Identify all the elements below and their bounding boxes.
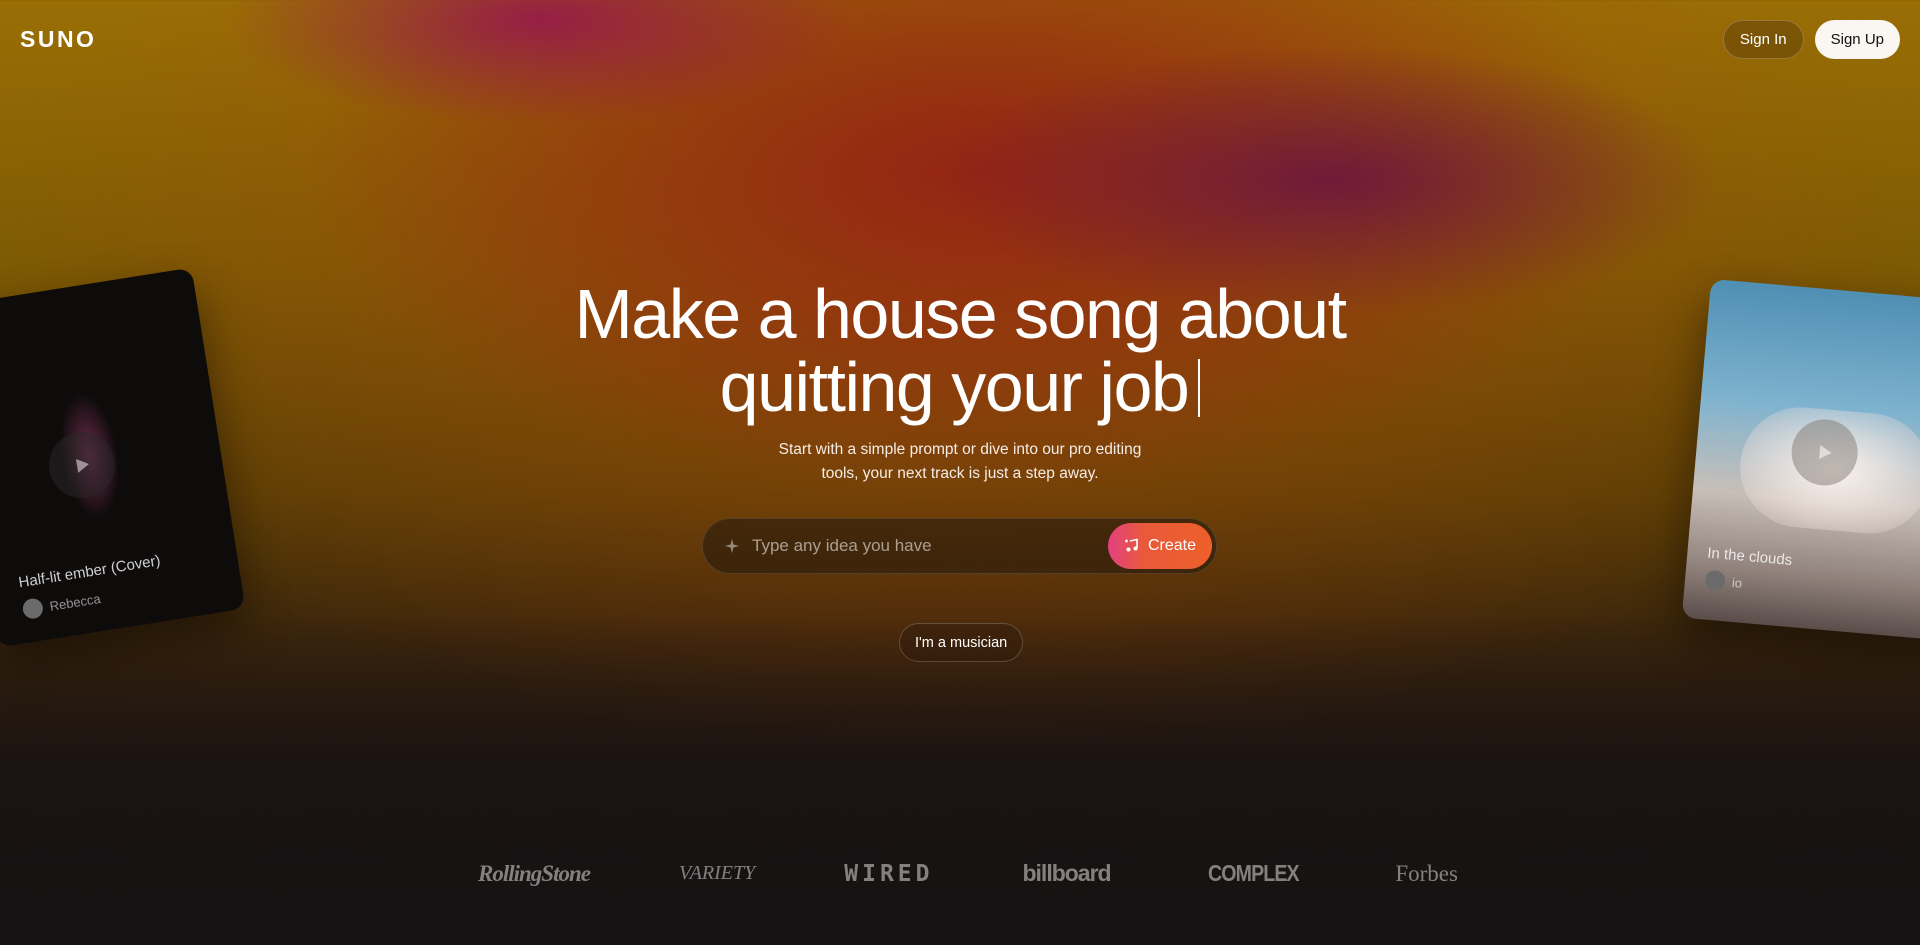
sign-up-button[interactable]: Sign Up [1814, 20, 1900, 59]
musician-button[interactable]: I'm a musician [899, 623, 1024, 662]
prompt-bar: Create [702, 518, 1217, 574]
typing-caret [1198, 359, 1201, 417]
artist-name: Rebecca [48, 590, 102, 614]
forbes-logo: Forbes [1395, 860, 1458, 886]
suno-logo[interactable]: SUNO [20, 26, 96, 53]
rolling-stone-logo: RollingStone [478, 860, 591, 886]
press-logos: RollingStone VARIETY WIRED billboard COM… [478, 860, 1458, 887]
bottom-vignette [0, 615, 1920, 945]
artist-name: io [1731, 574, 1743, 591]
headline-line-1: Make a house song about [574, 275, 1347, 353]
hero: Make a house song about quitting your jo… [0, 278, 1920, 486]
headline-line-2: quitting your job [719, 348, 1190, 426]
billboard-logo: billboard [1022, 860, 1111, 886]
sign-in-button[interactable]: Sign In [1722, 20, 1804, 59]
card-artist: Rebecca [21, 588, 102, 621]
card-artist: io [1704, 569, 1743, 593]
create-label: Create [1147, 537, 1197, 554]
sparkle-icon [724, 538, 740, 554]
artist-avatar [1704, 569, 1726, 592]
music-note-plus-icon [1124, 538, 1138, 552]
variety-logo: VARIETY [678, 862, 756, 884]
wired-logo: WIRED [844, 860, 934, 887]
hero-headline: Make a house song about quitting your jo… [0, 278, 1920, 424]
prompt-input[interactable] [750, 535, 1108, 557]
header-actions: Sign In Sign Up [1722, 20, 1900, 59]
card-title: In the clouds [1706, 544, 1793, 569]
create-button[interactable]: Create [1108, 523, 1212, 569]
artist-avatar [21, 597, 45, 621]
hero-subtitle: Start with a simple prompt or dive into … [778, 441, 1142, 482]
complex-logo: COMPLEX [1207, 860, 1300, 886]
